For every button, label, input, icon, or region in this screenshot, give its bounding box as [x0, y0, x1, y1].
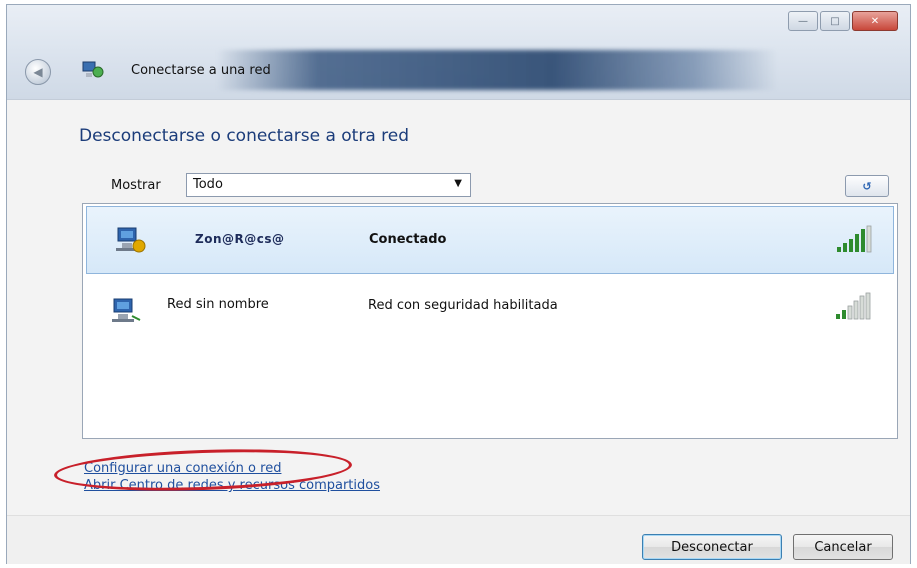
wireless-network-icon	[112, 298, 141, 322]
signal-strength-icon	[837, 225, 872, 253]
chevron-down-icon: ▼	[454, 178, 462, 189]
wireless-network-icon	[116, 227, 146, 253]
title-glass-area	[217, 50, 777, 90]
task-links: Configurar una conexión o red Abrir Cent…	[84, 460, 380, 494]
maximize-button[interactable]: □	[820, 11, 850, 31]
disconnect-button[interactable]: Desconectar	[642, 534, 782, 560]
show-label: Mostrar	[111, 178, 161, 193]
network-status: Conectado	[369, 232, 447, 247]
close-button[interactable]: ✕	[852, 11, 898, 31]
connect-network-window: — □ ✕ ◀ Conectarse a una red Desconectar…	[6, 4, 911, 564]
back-button[interactable]: ◀	[25, 59, 51, 85]
refresh-icon: ↺	[862, 179, 872, 193]
button-bar: Desconectar Cancelar	[7, 515, 910, 564]
signal-strength-icon	[836, 292, 871, 320]
setup-connection-link[interactable]: Configurar una conexión o red	[84, 460, 380, 477]
network-row[interactable]: Red sin nombre Red con seguridad habilit…	[83, 278, 897, 346]
page-heading: Desconectarse o conectarse a otra red	[79, 126, 410, 146]
minimize-button[interactable]: —	[788, 11, 818, 31]
show-filter-dropdown[interactable]: Todo ▼	[186, 173, 471, 197]
title-bar: — □ ✕ ◀ Conectarse a una red	[7, 5, 910, 100]
window-controls: — □ ✕	[788, 11, 898, 31]
network-status: Red con seguridad habilitada	[368, 298, 558, 313]
network-name: Zon@R@cs@	[195, 232, 285, 246]
network-globe-icon	[82, 61, 104, 78]
network-name: Red sin nombre	[167, 297, 269, 312]
network-center-link[interactable]: Abrir Centro de redes y recursos compart…	[84, 477, 380, 494]
network-row[interactable]: Zon@R@cs@ Conectado	[86, 206, 894, 274]
window-title: Conectarse a una red	[131, 63, 271, 78]
refresh-button[interactable]: ↺	[845, 175, 889, 197]
show-filter-value: Todo	[193, 177, 223, 192]
network-list: Zon@R@cs@ Conectado Red sin nombre Red c…	[82, 203, 898, 439]
cancel-button[interactable]: Cancelar	[793, 534, 893, 560]
